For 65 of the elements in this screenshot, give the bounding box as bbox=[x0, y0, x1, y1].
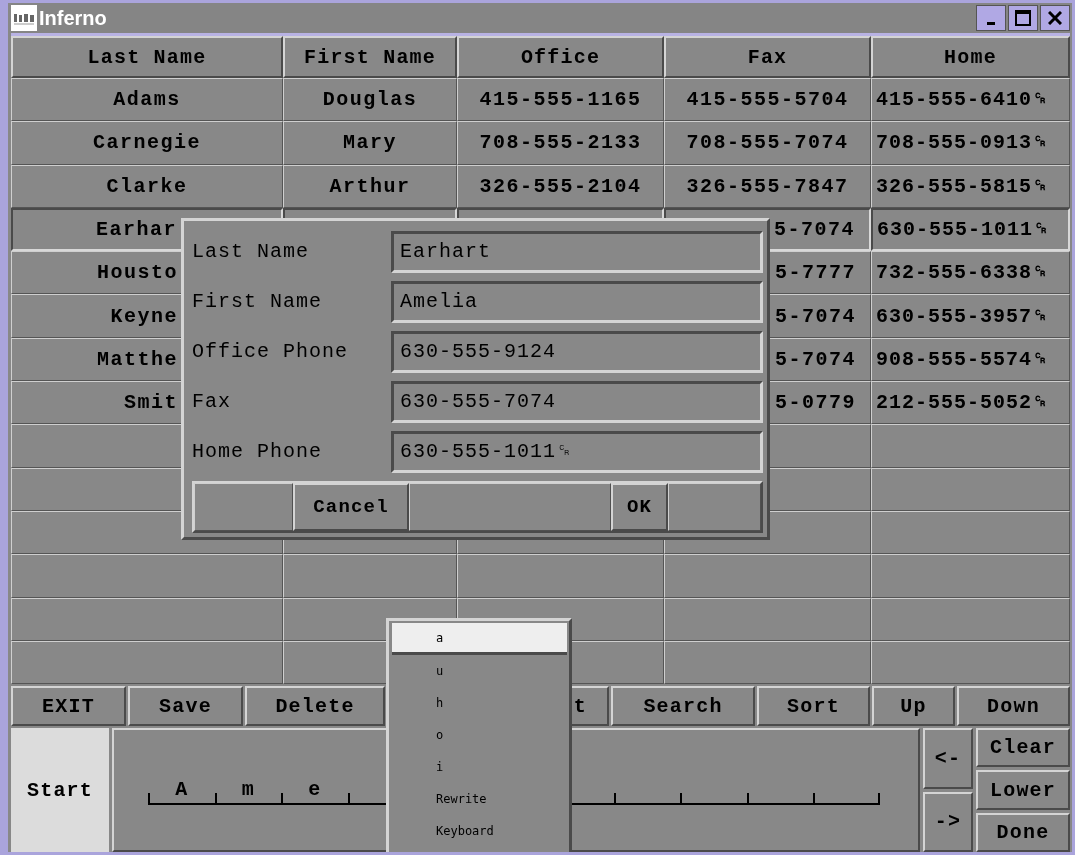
logo-icon bbox=[11, 5, 37, 31]
input-field[interactable]: 630-555-1011␍ bbox=[391, 430, 763, 473]
toolbar-button[interactable]: Up bbox=[872, 686, 955, 727]
start-button[interactable]: Start bbox=[11, 728, 109, 852]
table-cell: 630-555-3957␍ bbox=[871, 294, 1070, 338]
table-cell: 415-555-6410␍ bbox=[871, 78, 1070, 122]
table-cell: Douglas bbox=[283, 78, 457, 122]
column-header[interactable]: Fax bbox=[664, 36, 871, 78]
toolbar-button[interactable]: Delete bbox=[245, 686, 385, 727]
table-cell: Clarke bbox=[11, 164, 283, 208]
table-cell: 212-555-5052␍ bbox=[871, 381, 1070, 425]
table-cell: 708-555-2133 bbox=[457, 121, 664, 165]
table-cell: 630-555-1011␍ bbox=[871, 207, 1070, 252]
table-cell: Adams bbox=[11, 78, 283, 122]
table-cell: 415-555-1165 bbox=[457, 78, 664, 122]
table-cell: Carnegie bbox=[11, 121, 283, 165]
toolbar-button[interactable]: Search bbox=[611, 686, 755, 727]
menu-item[interactable]: h bbox=[392, 687, 567, 719]
column-header[interactable]: Home bbox=[871, 36, 1070, 78]
menu-item[interactable]: o bbox=[392, 719, 567, 751]
column-header[interactable]: First Name bbox=[283, 36, 457, 78]
pad-button[interactable]: Clear bbox=[976, 728, 1070, 768]
pad-button[interactable]: Lower bbox=[976, 770, 1070, 810]
table-cell: 732-555-6338␍ bbox=[871, 251, 1070, 295]
table-cell: Mary bbox=[283, 121, 457, 165]
column-header[interactable]: Office bbox=[457, 36, 664, 78]
table-cell: 908-555-5574␍ bbox=[871, 337, 1070, 382]
table-cell: 708-555-0913␍ bbox=[871, 121, 1070, 165]
arrow-button[interactable]: -> bbox=[923, 791, 973, 852]
column-header[interactable]: Last Name bbox=[11, 36, 283, 78]
maximize-icon bbox=[1015, 10, 1031, 26]
window-title: Inferno bbox=[39, 6, 108, 30]
table-cell: 415-555-5704 bbox=[664, 78, 871, 122]
arrow-button[interactable]: <- bbox=[923, 728, 973, 789]
input-field[interactable]: Earhart bbox=[391, 231, 763, 273]
menu-item[interactable]: Rewrite bbox=[392, 783, 567, 815]
menu-item[interactable]: i bbox=[392, 751, 567, 783]
menu-item[interactable]: Keyboard bbox=[392, 815, 567, 847]
minimize-button[interactable] bbox=[976, 5, 1006, 31]
close-button[interactable] bbox=[1040, 5, 1070, 31]
menu-item[interactable]: a bbox=[392, 623, 567, 655]
maximize-button[interactable] bbox=[1008, 5, 1038, 31]
input-field[interactable]: 630-555-7074 bbox=[391, 380, 763, 423]
toolbar-button[interactable]: Save bbox=[128, 686, 243, 727]
menu-item[interactable]: u bbox=[392, 655, 567, 687]
table-cell: 326-555-5815␍ bbox=[871, 164, 1070, 208]
toolbar-button[interactable]: EXIT bbox=[11, 686, 126, 727]
table-cell: 326-555-7847 bbox=[664, 164, 871, 208]
field-label: Home Phone bbox=[192, 440, 324, 464]
cancel-button[interactable]: Cancel bbox=[293, 482, 409, 531]
minimize-icon bbox=[987, 22, 995, 25]
input-field[interactable]: Amelia bbox=[391, 280, 763, 323]
recognized-letter: A bbox=[175, 778, 188, 804]
toolbar-button[interactable]: Sort bbox=[757, 686, 870, 727]
ok-button[interactable]: OK bbox=[611, 482, 668, 531]
table-cell: 708-555-7074 bbox=[664, 121, 871, 165]
table-cell: 326-555-2104 bbox=[457, 164, 664, 208]
toolbar-button[interactable]: Down bbox=[957, 686, 1070, 727]
recognized-letter: m bbox=[241, 778, 254, 804]
table-cell: Arthur bbox=[283, 164, 457, 208]
field-label: Fax bbox=[192, 390, 232, 414]
input-field[interactable]: 630-555-9124 bbox=[391, 330, 763, 373]
pad-button[interactable]: Done bbox=[976, 812, 1070, 852]
recognized-letter: e bbox=[308, 778, 321, 804]
close-icon bbox=[1048, 11, 1062, 25]
